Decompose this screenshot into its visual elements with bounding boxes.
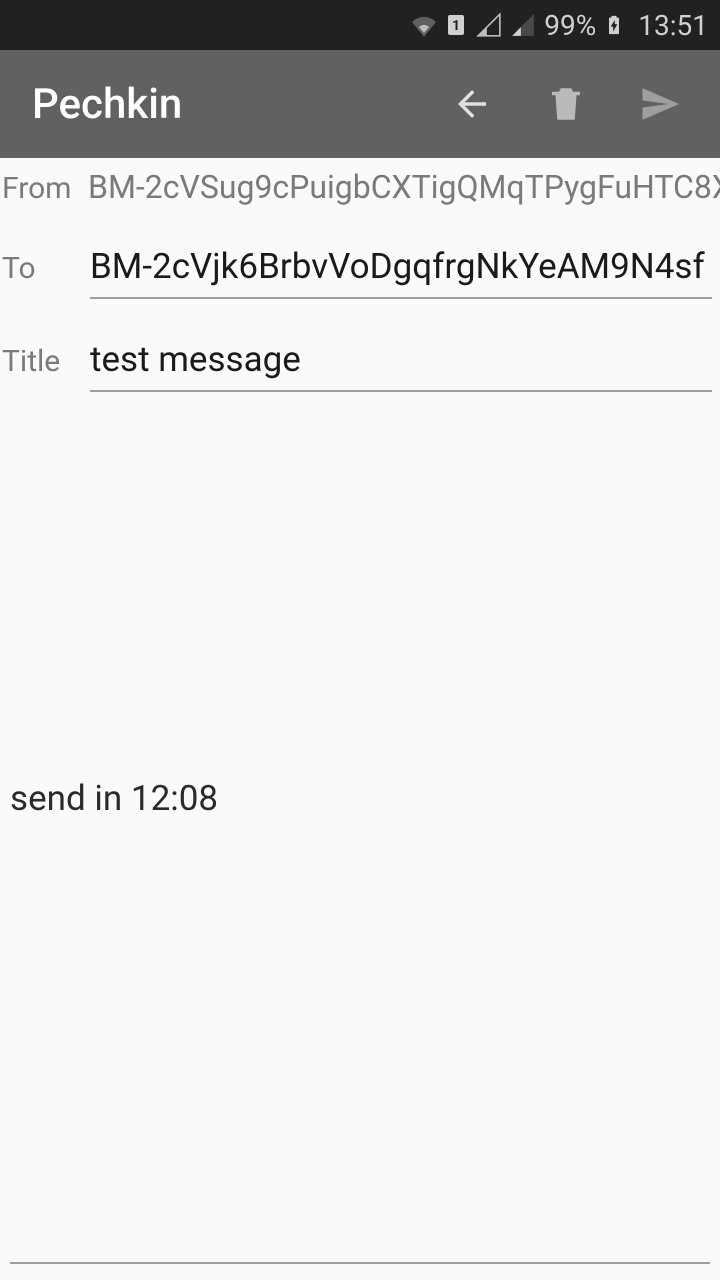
battery-charging-icon <box>604 10 624 40</box>
compose-form: From BM-2cVSug9cPuigbCXTigQMqTPygFuHTC8X… <box>0 158 720 1280</box>
from-label: From <box>2 171 88 206</box>
sim-1-icon: 1 <box>444 13 468 37</box>
title-label: Title <box>2 344 88 379</box>
to-input[interactable] <box>90 242 712 299</box>
app-bar: Pechkin <box>0 50 720 158</box>
battery-percentage: 99% <box>544 9 596 42</box>
send-button[interactable] <box>620 64 700 144</box>
app-title: Pechkin <box>20 80 418 129</box>
to-label: To <box>2 251 88 286</box>
to-field-row: To <box>0 206 720 299</box>
title-input[interactable] <box>90 335 712 392</box>
wifi-icon <box>412 13 436 37</box>
arrow-left-icon <box>451 83 493 125</box>
svg-text:1: 1 <box>452 18 460 34</box>
back-button[interactable] <box>432 64 512 144</box>
signal-icon-1 <box>476 12 502 38</box>
from-address[interactable]: BM-2cVSug9cPuigbCXTigQMqTPygFuHTC8XUN <box>88 168 720 206</box>
title-field-row: Title <box>0 299 720 392</box>
from-field-row: From BM-2cVSug9cPuigbCXTigQMqTPygFuHTC8X… <box>0 158 720 206</box>
delete-button[interactable] <box>526 64 606 144</box>
trash-icon <box>545 83 587 125</box>
send-icon <box>639 83 681 125</box>
body-underline <box>10 1262 710 1264</box>
clock-time: 13:51 <box>638 9 708 42</box>
signal-icon-2 <box>510 12 536 38</box>
status-bar: 1 99% 13:51 <box>0 0 720 50</box>
message-body[interactable]: send in 12:08 <box>10 778 710 819</box>
